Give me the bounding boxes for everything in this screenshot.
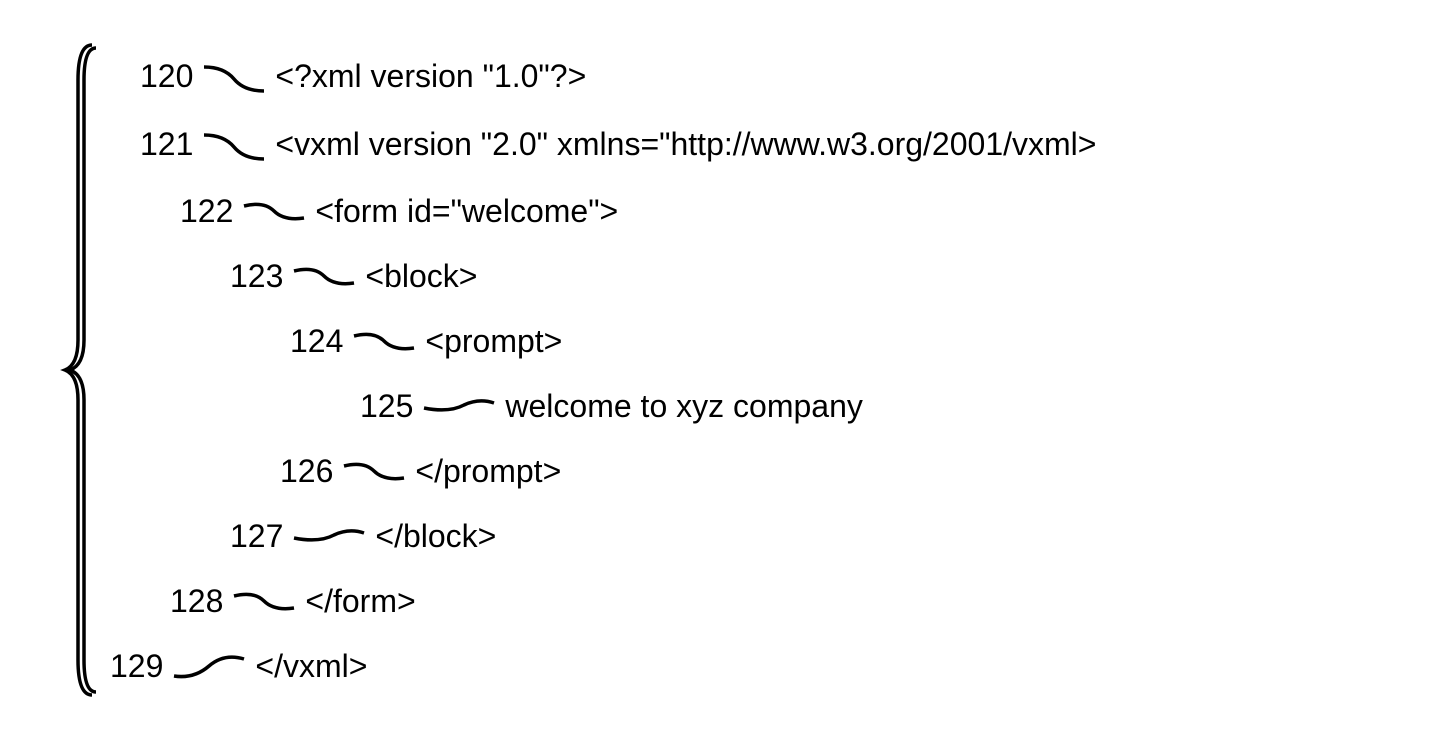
code-line: 128 </form> [110, 585, 1096, 617]
code-line: 120 <?xml version "1.0"?> [110, 59, 1096, 94]
code-text: </block> [375, 520, 496, 552]
reference-number: 128 [170, 585, 223, 617]
code-text: <?xml version "1.0"?> [275, 60, 586, 92]
curly-brace [60, 40, 100, 700]
reference-number: 120 [140, 60, 193, 92]
code-text: <block> [365, 260, 477, 292]
reference-number: 123 [230, 260, 283, 292]
lead-line-icon [169, 651, 249, 681]
code-line: 125 welcome to xyz company [110, 390, 1096, 422]
reference-number: 129 [110, 650, 163, 682]
lead-line-icon [239, 196, 309, 226]
code-line: 124 <prompt> [110, 325, 1096, 357]
reference-number: 127 [230, 520, 283, 552]
code-listing: 120 <?xml version "1.0"?> 121 <vxml vers… [110, 59, 1096, 682]
reference-number: 124 [290, 325, 343, 357]
code-text: <vxml version "2.0" xmlns="http://www.w3… [275, 128, 1096, 160]
code-line: 122 <form id="welcome"> [110, 195, 1096, 227]
lead-line-icon [339, 456, 409, 486]
code-text: </prompt> [415, 455, 561, 487]
code-text: </vxml> [255, 650, 367, 682]
lead-line-icon [289, 523, 369, 548]
lead-line-icon [199, 59, 269, 94]
code-line: 121 <vxml version "2.0" xmlns="http://ww… [110, 127, 1096, 162]
reference-number: 121 [140, 128, 193, 160]
code-line: 127 </block> [110, 520, 1096, 552]
lead-line-icon [199, 127, 269, 162]
reference-number: 126 [280, 455, 333, 487]
code-line: 126 </prompt> [110, 455, 1096, 487]
lead-line-icon [419, 393, 499, 418]
code-text: <prompt> [425, 325, 562, 357]
lead-line-icon [349, 326, 419, 356]
diagram-container: 120 <?xml version "1.0"?> 121 <vxml vers… [60, 40, 1096, 700]
code-text: welcome to xyz company [505, 390, 862, 422]
code-text: </form> [305, 585, 415, 617]
code-line: 123 <block> [110, 260, 1096, 292]
reference-number: 122 [180, 195, 233, 227]
reference-number: 125 [360, 390, 413, 422]
code-line: 129 </vxml> [110, 650, 1096, 682]
lead-line-icon [229, 586, 299, 616]
lead-line-icon [289, 261, 359, 291]
code-text: <form id="welcome"> [315, 195, 618, 227]
